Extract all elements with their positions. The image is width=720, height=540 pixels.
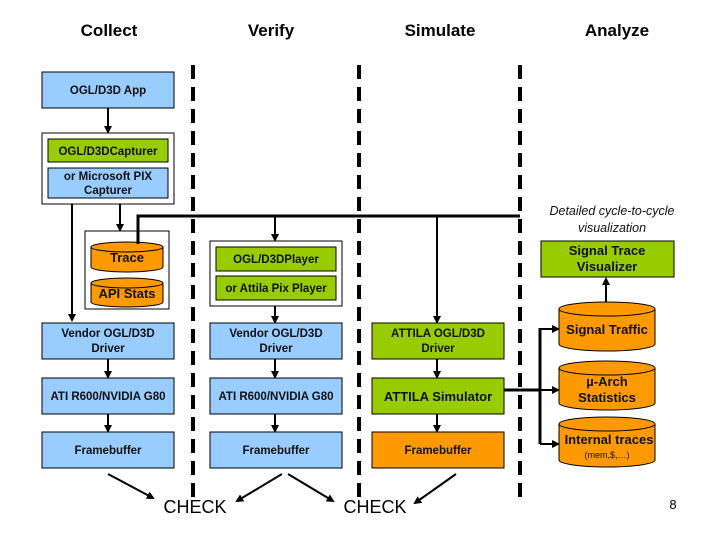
column-header-verify: Verify — [248, 21, 295, 40]
arch-stats-label-line1: µ-Arch — [586, 374, 627, 389]
pix-capturer-label-line1: or Microsoft PIX — [64, 171, 153, 183]
arch-stats-cylinder: µ-Arch Statistics — [558, 360, 656, 411]
page-number: 8 — [669, 497, 676, 512]
capturer-label: OGL/D3DCapturer — [58, 146, 158, 158]
simulate-framebuffer-label: Framebuffer — [404, 445, 472, 457]
collect-gpu-box: ATI R600/NVIDIA G80 — [41, 377, 175, 415]
simulate-framebuffer-box: Framebuffer — [371, 431, 505, 469]
trace-feed-line — [136, 214, 520, 244]
app-label: OGL/D3D App — [70, 85, 146, 97]
internal-traces-label: Internal traces — [565, 432, 654, 447]
capturer-group: OGL/D3DCapturer or Microsoft PIX Capture… — [41, 132, 175, 205]
column-header-analyze: Analyze — [585, 21, 649, 40]
verify-framebuffer-box: Framebuffer — [209, 431, 343, 469]
attila-simulator-box: ATTILA Simulator — [371, 377, 505, 415]
verify-framebuffer-label: Framebuffer — [242, 445, 310, 457]
verify-driver-label-line1: Vendor OGL/D3D — [229, 328, 322, 340]
collect-gpu-label: ATI R600/NVIDIA G80 — [50, 391, 165, 403]
collect-framebuffer-box: Framebuffer — [41, 431, 175, 469]
arrow-verify-to-check2 — [287, 473, 335, 503]
visualization-note-line1: Detailed cycle-to-cycle — [549, 204, 674, 218]
collect-framebuffer-label: Framebuffer — [74, 445, 142, 457]
check-label-2: CHECK — [343, 497, 406, 517]
trace-cylinder: Trace — [90, 241, 164, 273]
signal-traffic-cylinder: Signal Traffic — [558, 301, 656, 352]
pix-capturer-label-line2: Capturer — [84, 185, 132, 197]
arrow-collect-to-check1 — [107, 473, 155, 499]
arch-stats-label-line2: Statistics — [578, 390, 636, 405]
internal-traces-cylinder: Internal traces (mem,$,…) — [558, 416, 656, 468]
column-header-simulate: Simulate — [405, 21, 476, 40]
arrow-trace-to-attila-driver — [433, 215, 520, 324]
api-stats-cylinder: API Stats — [90, 277, 164, 308]
verify-gpu-label: ATI R600/NVIDIA G80 — [218, 391, 333, 403]
workflow-diagram: Collect Verify Simulate Analyze OGL/D3D … — [41, 21, 677, 517]
attila-driver-label-line2: Driver — [421, 343, 455, 355]
arrow-simulate-to-check2 — [413, 473, 457, 505]
internal-traces-sublabel: (mem,$,…) — [585, 450, 630, 460]
arrow-verify-to-check1 — [235, 473, 283, 503]
collect-driver-label-line2: Driver — [91, 343, 125, 355]
attila-driver-label-line1: ATTILA OGL/D3D — [391, 328, 485, 340]
verify-driver-box: Vendor OGL/D3D Driver — [209, 322, 343, 360]
visualization-note-line2: visualization — [578, 221, 646, 235]
trace-label: Trace — [110, 250, 144, 265]
player-label: OGL/D3DPlayer — [233, 254, 319, 266]
trace-group: Trace API Stats — [84, 230, 170, 310]
collect-driver-label-line1: Vendor OGL/D3D — [61, 328, 154, 340]
signal-trace-visualizer-box: Signal Trace Visualizer — [540, 240, 675, 278]
pix-player-label: or Attila Pix Player — [225, 283, 327, 295]
visualizer-label-line1: Signal Trace — [569, 243, 646, 258]
collect-driver-box: Vendor OGL/D3D Driver — [41, 322, 175, 360]
visualizer-label-line2: Visualizer — [577, 259, 637, 274]
attila-driver-box: ATTILA OGL/D3D Driver — [371, 322, 505, 360]
signal-traffic-label: Signal Traffic — [566, 322, 648, 337]
verify-driver-label-line2: Driver — [259, 343, 293, 355]
player-group: OGL/D3DPlayer or Attila Pix Player — [209, 240, 343, 307]
app-box: OGL/D3D App — [41, 71, 175, 109]
column-header-collect: Collect — [81, 21, 138, 40]
check-label-1: CHECK — [163, 497, 226, 517]
verify-gpu-box: ATI R600/NVIDIA G80 — [209, 377, 343, 415]
api-stats-label: API Stats — [98, 286, 155, 301]
attila-simulator-label: ATTILA Simulator — [384, 389, 492, 404]
